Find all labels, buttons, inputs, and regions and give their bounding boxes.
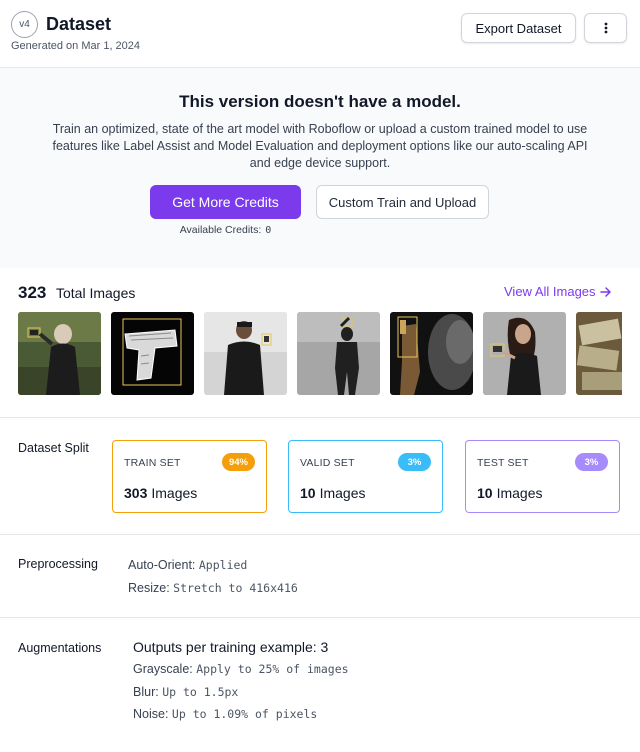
item-value: Up to 1.5px: [162, 685, 239, 699]
augmentations-label: Augmentations: [18, 641, 102, 655]
no-model-description: Train an optimized, state of the art mod…: [52, 122, 588, 170]
image-thumbnails: [18, 312, 622, 395]
images-section: 323 Total Images View All Images: [0, 268, 640, 418]
image-count: 303 Images: [124, 485, 197, 501]
money-thumbnail[interactable]: [576, 312, 622, 395]
no-model-title: This version doesn't have a model.: [179, 92, 461, 111]
card-title: TEST SET: [477, 457, 529, 469]
augmentation-item: Noise: Up to 1.09% of pixels: [133, 707, 317, 721]
view-all-images-link[interactable]: View All Images: [504, 284, 612, 299]
preprocessing-item: Auto-Orient: Applied: [128, 558, 247, 572]
item-key: Grayscale:: [133, 662, 193, 676]
page-header: v4 Dataset Generated on Mar 1, 2024 Expo…: [0, 0, 640, 68]
percentage-badge: 3%: [398, 453, 431, 471]
total-images-count: 323: [18, 283, 47, 302]
get-more-credits-button[interactable]: Get More Credits: [150, 185, 301, 219]
available-credits: Available Credits: 0: [150, 224, 301, 236]
preprocessing-label: Preprocessing: [18, 557, 98, 571]
no-model-panel: This version doesn't have a model. Train…: [0, 68, 640, 268]
count-unit: Images: [319, 485, 366, 501]
augmentations-section: Augmentations Outputs per training examp…: [0, 618, 640, 752]
custom-train-upload-button[interactable]: Custom Train and Upload: [316, 185, 489, 219]
card-title: TRAIN SET: [124, 457, 181, 469]
woman-aiming-thumbnail[interactable]: [483, 312, 566, 395]
dataset-split-label: Dataset Split: [18, 441, 89, 455]
view-all-label: View All Images: [504, 284, 596, 299]
augmentation-item: Blur: Up to 1.5px: [133, 685, 238, 699]
image-count: 10 Images: [477, 485, 543, 501]
xray-pistol-thumbnail[interactable]: [111, 312, 194, 395]
dataset-split-section: Dataset Split TRAIN SET 94% 303 Images VA…: [0, 418, 640, 535]
export-dataset-button[interactable]: Export Dataset: [461, 13, 576, 43]
image-count: 10 Images: [300, 485, 366, 501]
dark-figure-thumbnail[interactable]: [390, 312, 473, 395]
item-value: Apply to 25% of images: [196, 662, 349, 676]
percentage-badge: 94%: [222, 453, 255, 471]
preprocessing-section: Preprocessing Auto-Orient: Applied Resiz…: [0, 535, 640, 618]
woman-with-gun-thumbnail[interactable]: [18, 312, 101, 395]
item-value: Stretch to 416x416: [173, 581, 298, 595]
silhouette-thumbnail[interactable]: [297, 312, 380, 395]
available-credits-label: Available Credits:: [179, 224, 262, 236]
percentage-badge: 3%: [575, 453, 608, 471]
count-value: 303: [124, 485, 148, 501]
available-credits-value: 0: [265, 225, 272, 236]
item-value: Applied: [198, 558, 248, 572]
page-title: Dataset: [46, 14, 112, 34]
version-badge: v4: [11, 11, 38, 38]
total-images-label: Total Images: [56, 285, 136, 301]
count-unit: Images: [496, 485, 543, 501]
arrow-right-icon: [599, 286, 611, 297]
item-key: Noise:: [133, 707, 169, 721]
preprocessing-item: Resize: Stretch to 416x416: [128, 581, 298, 595]
item-key: Resize:: [128, 581, 170, 595]
augmentation-item: Grayscale: Apply to 25% of images: [133, 662, 349, 676]
test-set-card[interactable]: TEST SET 3% 10 Images: [465, 440, 620, 513]
card-title: VALID SET: [300, 457, 355, 469]
generated-date: Generated on Mar 1, 2024: [11, 40, 141, 52]
count-value: 10: [300, 485, 316, 501]
item-value: Up to 1.09% of pixels: [171, 707, 318, 721]
item-key: Auto-Orient:: [128, 558, 196, 572]
vertical-dots-icon: [604, 22, 607, 34]
train-set-card[interactable]: TRAIN SET 94% 303 Images: [112, 440, 267, 513]
man-with-gun-thumbnail[interactable]: [204, 312, 287, 395]
count-value: 10: [477, 485, 493, 501]
count-unit: Images: [151, 485, 198, 501]
item-key: Blur:: [133, 685, 159, 699]
more-options-button[interactable]: [584, 13, 627, 43]
outputs-per-example: Outputs per training example: 3: [133, 639, 329, 655]
valid-set-card[interactable]: VALID SET 3% 10 Images: [288, 440, 443, 513]
